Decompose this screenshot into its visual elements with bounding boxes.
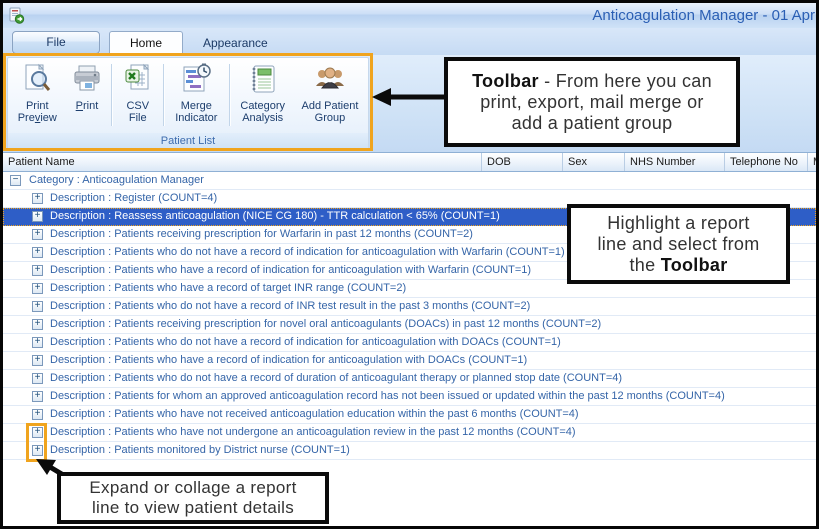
column-header-dob[interactable]: DOB xyxy=(482,153,563,171)
merge-indicator-label: MergeIndicator xyxy=(166,100,226,124)
expand-icon[interactable]: + xyxy=(32,229,43,240)
app-window: Anticoagulation Manager - 01 Apr File Ho… xyxy=(0,0,819,529)
category-row-label: Category : Anticoagulation Manager xyxy=(29,172,204,189)
column-header-telephone-no[interactable]: Telephone No xyxy=(725,153,808,171)
report-row-label: Description : Patients receiving prescri… xyxy=(50,316,601,333)
column-header-sex[interactable]: Sex xyxy=(563,153,625,171)
expand-icon[interactable]: + xyxy=(32,193,43,204)
toolbar-separator xyxy=(111,64,112,126)
add-patient-group-label: Add PatientGroup xyxy=(294,100,366,124)
report-row-label: Description : Reassess anticoagulation (… xyxy=(50,208,500,225)
group-label-patient-list: Patient List xyxy=(8,133,368,149)
report-row[interactable]: + Description : Patients who have not und… xyxy=(3,424,816,442)
report-row-label: Description : Patients who do not have a… xyxy=(50,334,561,351)
category-analysis-icon xyxy=(232,62,294,98)
expand-icon[interactable]: + xyxy=(32,355,43,366)
print-icon xyxy=(65,62,110,98)
report-row-label: Description : Patients who have a record… xyxy=(50,352,527,369)
expand-icon[interactable]: + xyxy=(32,211,43,222)
ribbon-tab-row: File Home Appearance xyxy=(3,28,816,55)
report-row[interactable]: + Description : Patients who have not rec… xyxy=(3,406,816,424)
report-row-label: Description : Patients receiving prescri… xyxy=(50,226,473,243)
column-header-patient-name[interactable]: Patient Name xyxy=(3,153,482,171)
report-row-label: Description : Patients who have a record… xyxy=(50,262,531,279)
report-row-label: Description : Register (COUNT=4) xyxy=(50,190,217,207)
csv-file-icon xyxy=(114,62,161,98)
expand-icon[interactable]: + xyxy=(32,337,43,348)
report-row[interactable]: + Description : Patients monitored by Dis… xyxy=(3,442,816,460)
report-row[interactable]: + Description : Patients for whom an appr… xyxy=(3,388,816,406)
window-title: Anticoagulation Manager - 01 Apr xyxy=(592,3,815,28)
add-patient-group-icon xyxy=(294,62,366,98)
add-patient-group-button[interactable]: Add PatientGroup xyxy=(294,60,366,132)
column-header-nhs-number[interactable]: NHS Number xyxy=(625,153,725,171)
merge-indicator-button[interactable]: MergeIndicator xyxy=(166,60,226,132)
tab-home[interactable]: Home xyxy=(109,31,183,55)
toolbar-separator xyxy=(229,64,230,126)
print-label: Print xyxy=(65,100,110,112)
expand-icon[interactable]: + xyxy=(32,283,43,294)
report-row-label: Description : Patients for whom an appro… xyxy=(50,388,725,405)
grid-header: Patient Name DOB Sex NHS Number Telephon… xyxy=(3,152,816,172)
patient-list-group: PrintPreviewPrint CSVFileMergeIndicatorCa… xyxy=(7,57,369,150)
report-row-label: Description : Patients who have a record… xyxy=(50,280,406,297)
toolbar-separator xyxy=(163,64,164,126)
category-analysis-label: CategoryAnalysis xyxy=(232,100,294,124)
merge-indicator-icon xyxy=(166,62,226,98)
print-preview-icon xyxy=(10,62,65,98)
category-analysis-button[interactable]: CategoryAnalysis xyxy=(232,60,294,132)
report-row-label: Description : Patients who have not unde… xyxy=(50,424,576,441)
report-row-label: Description : Patients who have not rece… xyxy=(50,406,579,423)
expand-icon[interactable]: + xyxy=(32,301,43,312)
tab-appearance[interactable]: Appearance xyxy=(195,31,276,55)
report-row[interactable]: + Description : Patients who do not have … xyxy=(3,334,816,352)
report-row-label: Description : Patients monitored by Dist… xyxy=(50,442,350,459)
print-preview-button[interactable]: PrintPreview xyxy=(10,60,65,132)
expand-icon[interactable]: + xyxy=(32,319,43,330)
report-row[interactable]: + Description : Patients who do not have … xyxy=(3,370,816,388)
csv-file-label: CSVFile xyxy=(114,100,161,124)
expand-icon[interactable]: + xyxy=(32,265,43,276)
expand-icon[interactable]: + xyxy=(32,373,43,384)
print-preview-label: PrintPreview xyxy=(10,100,65,124)
callout-expand: Expand or collage a reportline to view p… xyxy=(57,472,329,524)
report-row-label: Description : Patients who do not have a… xyxy=(50,370,622,387)
expand-icon[interactable]: + xyxy=(32,247,43,258)
collapse-icon[interactable]: − xyxy=(10,175,21,186)
callout-toolbar: Toolbar - From here you canprint, export… xyxy=(444,57,740,147)
app-icon[interactable] xyxy=(8,7,25,24)
expand-icon[interactable]: + xyxy=(32,445,43,456)
category-row[interactable]: − Category : Anticoagulation Manager xyxy=(3,172,816,190)
title-bar: Anticoagulation Manager - 01 Apr xyxy=(3,3,816,28)
report-row-label: Description : Patients who do not have a… xyxy=(50,298,530,315)
report-row[interactable]: + Description : Patients who have a recor… xyxy=(3,352,816,370)
tab-file[interactable]: File xyxy=(12,31,100,54)
report-row-label: Description : Patients who do not have a… xyxy=(50,244,565,261)
report-row[interactable]: + Description : Patients receiving prescr… xyxy=(3,316,816,334)
report-row[interactable]: + Description : Patients who do not have … xyxy=(3,298,816,316)
csv-file-button[interactable]: CSVFile xyxy=(114,60,161,132)
expand-icon[interactable]: + xyxy=(32,391,43,402)
toolbar-buttons: PrintPreviewPrint CSVFileMergeIndicatorCa… xyxy=(10,60,366,132)
expand-icon[interactable]: + xyxy=(32,409,43,420)
callout-highlight: Highlight a reportline and select fromth… xyxy=(567,204,790,284)
expand-icon[interactable]: + xyxy=(32,427,43,438)
column-header-partial[interactable]: M xyxy=(808,153,816,171)
print-button[interactable]: Print xyxy=(65,60,110,132)
